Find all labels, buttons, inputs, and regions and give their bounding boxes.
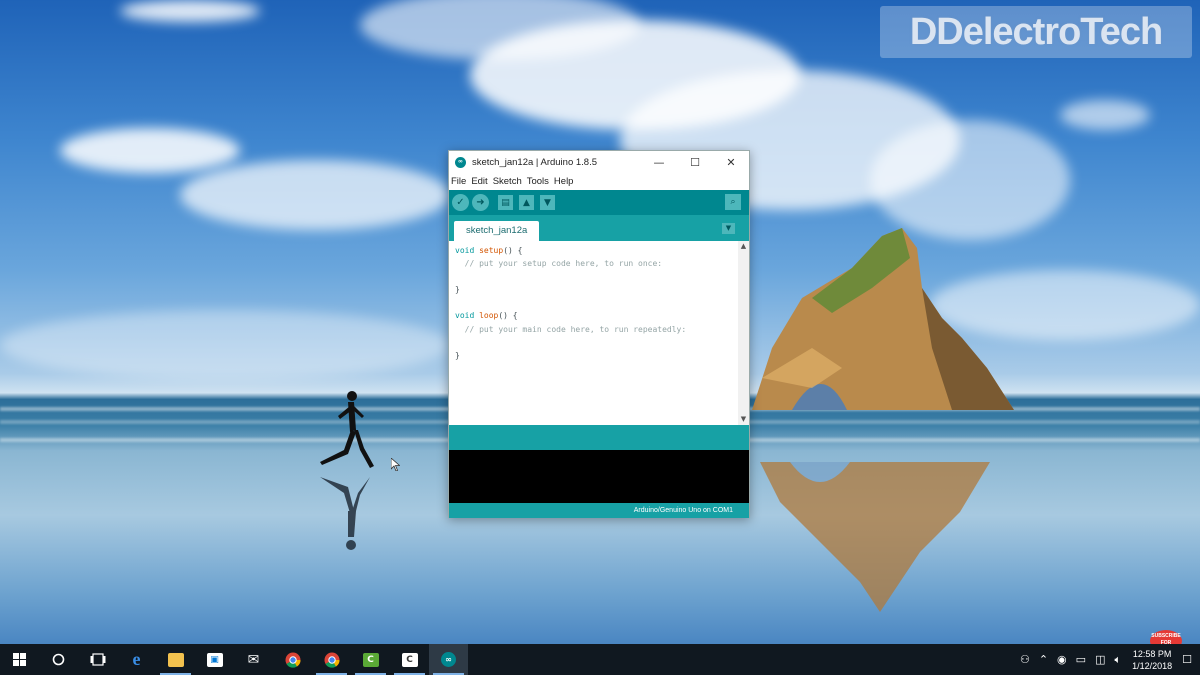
taskbar-store[interactable]: ▣ (195, 644, 234, 675)
chrome-icon (324, 652, 340, 668)
chrome-icon (285, 652, 301, 668)
camtasia-recorder-icon: C (401, 652, 418, 667)
notification-icon[interactable]: ☐ (1182, 653, 1192, 666)
recording-icon[interactable]: ◉ (1057, 653, 1067, 666)
code-editor[interactable]: void setup() { // put your setup code he… (449, 241, 749, 425)
save-icon: ▼ (544, 197, 551, 208)
chevron-down-icon: ▼ (725, 224, 732, 232)
arduino-ide-window[interactable]: ∞ sketch_jan12a | Arduino 1.8.5 — ☐ ✕ Fi… (448, 150, 750, 518)
check-icon: ✓ (456, 197, 465, 208)
channel-watermark: DDelectroTech (880, 6, 1192, 58)
network-icon[interactable]: ◫ (1095, 653, 1105, 666)
close-button[interactable]: ✕ (713, 156, 749, 169)
cortana-circle-icon (52, 653, 65, 666)
system-tray: ⚇ ⌃ ◉ ▭ ◫ 🔈︎ 12:58 PM 1/12/2018 ☐ (1020, 644, 1200, 675)
message-area (449, 425, 749, 450)
open-sketch-button[interactable]: ▲ (519, 195, 534, 210)
file-explorer-icon (167, 652, 184, 667)
mouse-cursor-icon (391, 458, 400, 471)
rock-reflection (760, 462, 990, 612)
open-icon: ▲ (523, 197, 530, 208)
verify-button[interactable]: ✓ (452, 194, 469, 211)
console-output[interactable] (449, 450, 749, 503)
code-text: void setup() { // put your setup code he… (455, 246, 687, 360)
maximize-button[interactable]: ☐ (677, 156, 713, 169)
menu-help[interactable]: Help (554, 176, 574, 187)
menu-file[interactable]: File (451, 176, 466, 187)
magnifier-icon: ⌕ (730, 197, 736, 207)
arduino-icon: ∞ (441, 652, 456, 667)
search-button[interactable] (39, 644, 78, 675)
save-sketch-button[interactable]: ▼ (540, 195, 555, 210)
taskbar-camtasia[interactable]: C (351, 644, 390, 675)
camtasia-icon: C (362, 652, 379, 667)
window-title: sketch_jan12a | Arduino 1.8.5 (472, 156, 598, 168)
tab-sketch[interactable]: sketch_jan12a (454, 221, 540, 241)
runner-silhouette (320, 391, 374, 468)
windows-taskbar: e ▣ ✉ C C ∞ ⚇ ⌃ ◉ ▭ ◫ 🔈︎ 12:58 PM 1/12/2… (0, 644, 1200, 675)
task-view-button[interactable] (78, 644, 117, 675)
task-view-icon (90, 653, 105, 666)
ide-toolbar: ✓ ➜ ▤ ▲ ▼ ⌕ (449, 190, 749, 215)
menu-sketch[interactable]: Sketch (493, 176, 522, 187)
tab-menu-dropdown[interactable]: ▼ (722, 223, 735, 234)
new-file-icon: ▤ (501, 197, 510, 208)
arduino-app-icon: ∞ (455, 156, 466, 168)
menu-bar: File Edit Sketch Tools Help (449, 173, 749, 190)
sketch-tab-bar: sketch_jan12a ▼ (449, 215, 749, 241)
minimize-button[interactable]: — (641, 156, 677, 169)
scroll-down-icon[interactable]: ▼ (738, 414, 749, 425)
taskbar-file-explorer[interactable] (156, 644, 195, 675)
menu-edit[interactable]: Edit (471, 176, 487, 187)
window-titlebar[interactable]: ∞ sketch_jan12a | Arduino 1.8.5 — ☐ ✕ (449, 151, 749, 173)
store-icon: ▣ (206, 652, 223, 667)
editor-scrollbar[interactable]: ▲ ▼ (738, 241, 749, 425)
start-button[interactable] (0, 644, 39, 675)
mail-icon: ✉ (247, 651, 260, 668)
taskbar-edge[interactable]: e (117, 644, 156, 675)
chevron-up-icon[interactable]: ⌃ (1039, 653, 1048, 666)
upload-button[interactable]: ➜ (472, 194, 489, 211)
windows-icon (13, 653, 26, 666)
taskbar-chrome-2[interactable] (312, 644, 351, 675)
board-status: Arduino/Genuino Uno on COM1 (449, 503, 749, 518)
taskbar-arduino[interactable]: ∞ (429, 644, 468, 675)
clock-date: 1/12/2018 (1132, 660, 1173, 671)
runner-reflection (320, 477, 370, 550)
volume-icon[interactable]: 🔈︎ (1114, 653, 1121, 667)
serial-monitor-button[interactable]: ⌕ (725, 194, 741, 210)
scroll-up-icon[interactable]: ▲ (738, 241, 749, 252)
people-icon[interactable]: ⚇ (1020, 653, 1030, 666)
taskbar-mail[interactable]: ✉ (234, 644, 273, 675)
battery-icon[interactable]: ▭ (1076, 653, 1086, 666)
new-sketch-button[interactable]: ▤ (498, 195, 513, 210)
edge-icon: e (132, 649, 141, 669)
taskbar-clock[interactable]: 12:58 PM 1/12/2018 (1132, 648, 1172, 672)
menu-tools[interactable]: Tools (527, 176, 549, 187)
clock-time: 12:58 PM (1132, 648, 1172, 659)
taskbar-chrome[interactable] (273, 644, 312, 675)
sea-stack-rock (752, 228, 1014, 410)
arrow-right-icon: ➜ (476, 197, 485, 208)
taskbar-camtasia-recorder[interactable]: C (390, 644, 429, 675)
